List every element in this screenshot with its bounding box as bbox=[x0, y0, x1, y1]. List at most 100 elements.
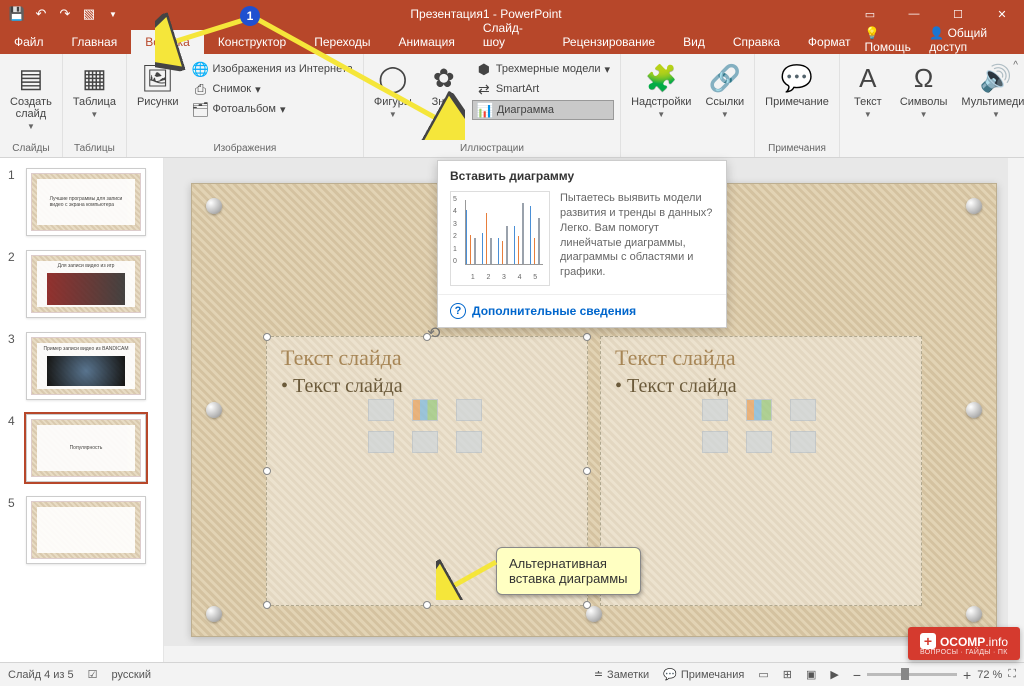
pictures-button[interactable]: 🖼 Рисунки bbox=[131, 58, 185, 108]
insert-video-icon[interactable] bbox=[456, 431, 482, 453]
thumbnail-4[interactable]: Популярность bbox=[26, 414, 146, 482]
chart-icon: 📊 bbox=[477, 102, 493, 118]
placeholder-title: Текст слайда bbox=[281, 345, 573, 371]
chart-button[interactable]: 📊Диаграмма bbox=[472, 100, 614, 120]
screenshot-button[interactable]: ⎙Снимок ▾ bbox=[188, 80, 356, 98]
collapse-ribbon-icon[interactable]: ^ bbox=[1013, 60, 1018, 71]
tooltip-chart-preview: 012345 12345 bbox=[450, 191, 550, 286]
media-icon: 🔊 bbox=[980, 62, 1012, 94]
tab-design[interactable]: Конструктор bbox=[204, 30, 300, 54]
view-sorter-icon[interactable]: ⊞ bbox=[783, 668, 792, 681]
tab-insert[interactable]: Вставка bbox=[131, 30, 204, 54]
tab-file[interactable]: Файл bbox=[0, 30, 58, 54]
text-button[interactable]: AТекст▼ bbox=[844, 58, 892, 119]
symbols-icon: Ω bbox=[908, 62, 940, 94]
slide-thumbnails-panel: 1Лучшие программы для записи видео с экр… bbox=[0, 158, 164, 662]
ribbon: ▤ Создать слайд ▼ Слайды ▦ Таблица▼ Табл… bbox=[0, 54, 1024, 158]
link-icon: 🔗 bbox=[709, 62, 741, 94]
view-slideshow-icon[interactable]: ▶ bbox=[830, 668, 838, 681]
qat-dropdown-icon[interactable]: ▼ bbox=[102, 3, 124, 25]
tab-home[interactable]: Главная bbox=[58, 30, 132, 54]
insert-table-icon[interactable] bbox=[368, 399, 394, 421]
view-reading-icon[interactable]: ▣ bbox=[806, 668, 816, 681]
tab-transitions[interactable]: Переходы bbox=[300, 30, 384, 54]
thumbnail-3[interactable]: Пример записи видео из BANDICAM bbox=[26, 332, 146, 400]
tell-me[interactable]: 💡 Помощь bbox=[865, 26, 918, 54]
insert-chart-icon[interactable] bbox=[412, 399, 438, 421]
photo-album-button[interactable]: 🗂Фотоальбом ▾ bbox=[188, 100, 356, 118]
tooltip-more-link[interactable]: ? Дополнительные сведения bbox=[438, 294, 726, 327]
comments-button[interactable]: 💬 Примечания bbox=[663, 668, 744, 681]
3d-models-button[interactable]: ⬢Трехмерные модели ▾ bbox=[472, 60, 614, 78]
annotation-badge-1: 1 bbox=[240, 6, 260, 26]
redo-icon[interactable]: ↷ bbox=[54, 3, 76, 25]
icons-button[interactable]: ✿ Знач bbox=[420, 58, 468, 108]
insert-picture-icon[interactable] bbox=[368, 431, 394, 453]
annotation-callout-alt: Альтернативная вставка диаграммы bbox=[496, 547, 641, 595]
slide-counter: Слайд 4 из 5 bbox=[8, 669, 74, 681]
vertical-scrollbar[interactable] bbox=[1008, 158, 1024, 662]
thumbnail-5[interactable] bbox=[26, 496, 146, 564]
placeholder-text: Текст слайда bbox=[281, 375, 573, 398]
notes-button[interactable]: ≐ Заметки bbox=[594, 668, 649, 681]
table-button[interactable]: ▦ Таблица▼ bbox=[67, 58, 122, 119]
pictures-icon: 🖼 bbox=[142, 62, 174, 94]
comment-button[interactable]: 💬Примечание bbox=[759, 58, 835, 108]
view-normal-icon[interactable]: ▭ bbox=[758, 668, 768, 681]
shapes-button[interactable]: ◯ Фигуры▼ bbox=[368, 58, 418, 119]
language-indicator[interactable]: русский bbox=[112, 669, 151, 681]
tab-view[interactable]: Вид bbox=[669, 30, 719, 54]
photo-album-icon: 🗂 bbox=[192, 101, 208, 117]
content-placeholder-right[interactable]: Текст слайда Текст слайда bbox=[600, 336, 922, 606]
undo-icon[interactable]: ↶ bbox=[30, 3, 52, 25]
new-slide-button[interactable]: ▤ Создать слайд ▼ bbox=[4, 58, 58, 131]
help-icon: ? bbox=[450, 303, 466, 319]
addins-button[interactable]: 🧩Надстройки▼ bbox=[625, 58, 697, 119]
thumbnail-2[interactable]: Для записи видео из игр bbox=[26, 250, 146, 318]
group-illustrations-label: Иллюстрации bbox=[368, 141, 616, 157]
new-slide-icon: ▤ bbox=[15, 62, 47, 94]
group-comments-label: Примечания bbox=[759, 141, 835, 157]
cube-icon: ⬢ bbox=[476, 61, 492, 77]
smartart-button[interactable]: ⇄SmartArt bbox=[472, 80, 614, 98]
save-icon[interactable]: 💾 bbox=[6, 3, 28, 25]
insert-smartart-icon[interactable] bbox=[456, 399, 482, 421]
watermark: +OCOMP.info ВОПРОСЫ · ГАЙДЫ · ПК bbox=[908, 627, 1020, 660]
symbols-button[interactable]: ΩСимволы▼ bbox=[894, 58, 954, 119]
tooltip-description: Пытаетесь выявить модели развития и трен… bbox=[560, 191, 714, 286]
tab-animations[interactable]: Анимация bbox=[385, 30, 469, 54]
tooltip-title: Вставить диаграмму bbox=[438, 161, 726, 187]
tab-help[interactable]: Справка bbox=[719, 30, 794, 54]
chart-tooltip: Вставить диаграмму 012345 12345 Пытаетес… bbox=[437, 160, 727, 328]
links-button[interactable]: 🔗Ссылки▼ bbox=[699, 58, 750, 119]
addins-icon: 🧩 bbox=[645, 62, 677, 94]
ribbon-tabs: Файл Главная Вставка Конструктор Переход… bbox=[0, 28, 1024, 54]
share-button[interactable]: 👤 Общий доступ bbox=[929, 26, 1010, 54]
window-maximize-button[interactable]: ☐ bbox=[936, 0, 980, 28]
tab-slideshow[interactable]: Слайд-шоу bbox=[469, 16, 549, 54]
tab-format[interactable]: Формат bbox=[794, 30, 865, 54]
icons-icon: ✿ bbox=[428, 62, 460, 94]
online-pictures-button[interactable]: 🌐Изображения из Интернета bbox=[188, 60, 356, 78]
window-close-button[interactable]: ✕ bbox=[980, 0, 1024, 28]
horizontal-scrollbar[interactable] bbox=[164, 646, 1008, 662]
textbox-icon: A bbox=[852, 62, 884, 94]
screenshot-icon: ⎙ bbox=[192, 81, 208, 97]
smartart-icon: ⇄ bbox=[476, 81, 492, 97]
spellcheck-icon[interactable]: ☑ bbox=[88, 668, 98, 681]
shapes-icon: ◯ bbox=[377, 62, 409, 94]
ribbon-options-icon[interactable]: ▭ bbox=[848, 0, 892, 28]
thumbnail-1[interactable]: Лучшие программы для записи видео с экра… bbox=[26, 168, 146, 236]
table-icon: ▦ bbox=[78, 62, 110, 94]
zoom-value[interactable]: 72 % bbox=[977, 669, 1002, 681]
group-tables-label: Таблицы bbox=[67, 141, 122, 157]
insert-online-picture-icon[interactable] bbox=[412, 431, 438, 453]
start-slideshow-icon[interactable]: ▧ bbox=[78, 3, 100, 25]
status-bar: Слайд 4 из 5 ☑ русский ≐ Заметки 💬 Приме… bbox=[0, 662, 1024, 686]
tab-review[interactable]: Рецензирование bbox=[548, 30, 669, 54]
zoom-control[interactable]: − + 72 % ⛶ bbox=[853, 667, 1016, 683]
group-slides-label: Слайды bbox=[4, 141, 58, 157]
window-minimize-button[interactable]: — bbox=[892, 0, 936, 28]
comment-icon: 💬 bbox=[781, 62, 813, 94]
fit-to-window-icon[interactable]: ⛶ bbox=[1008, 668, 1016, 681]
